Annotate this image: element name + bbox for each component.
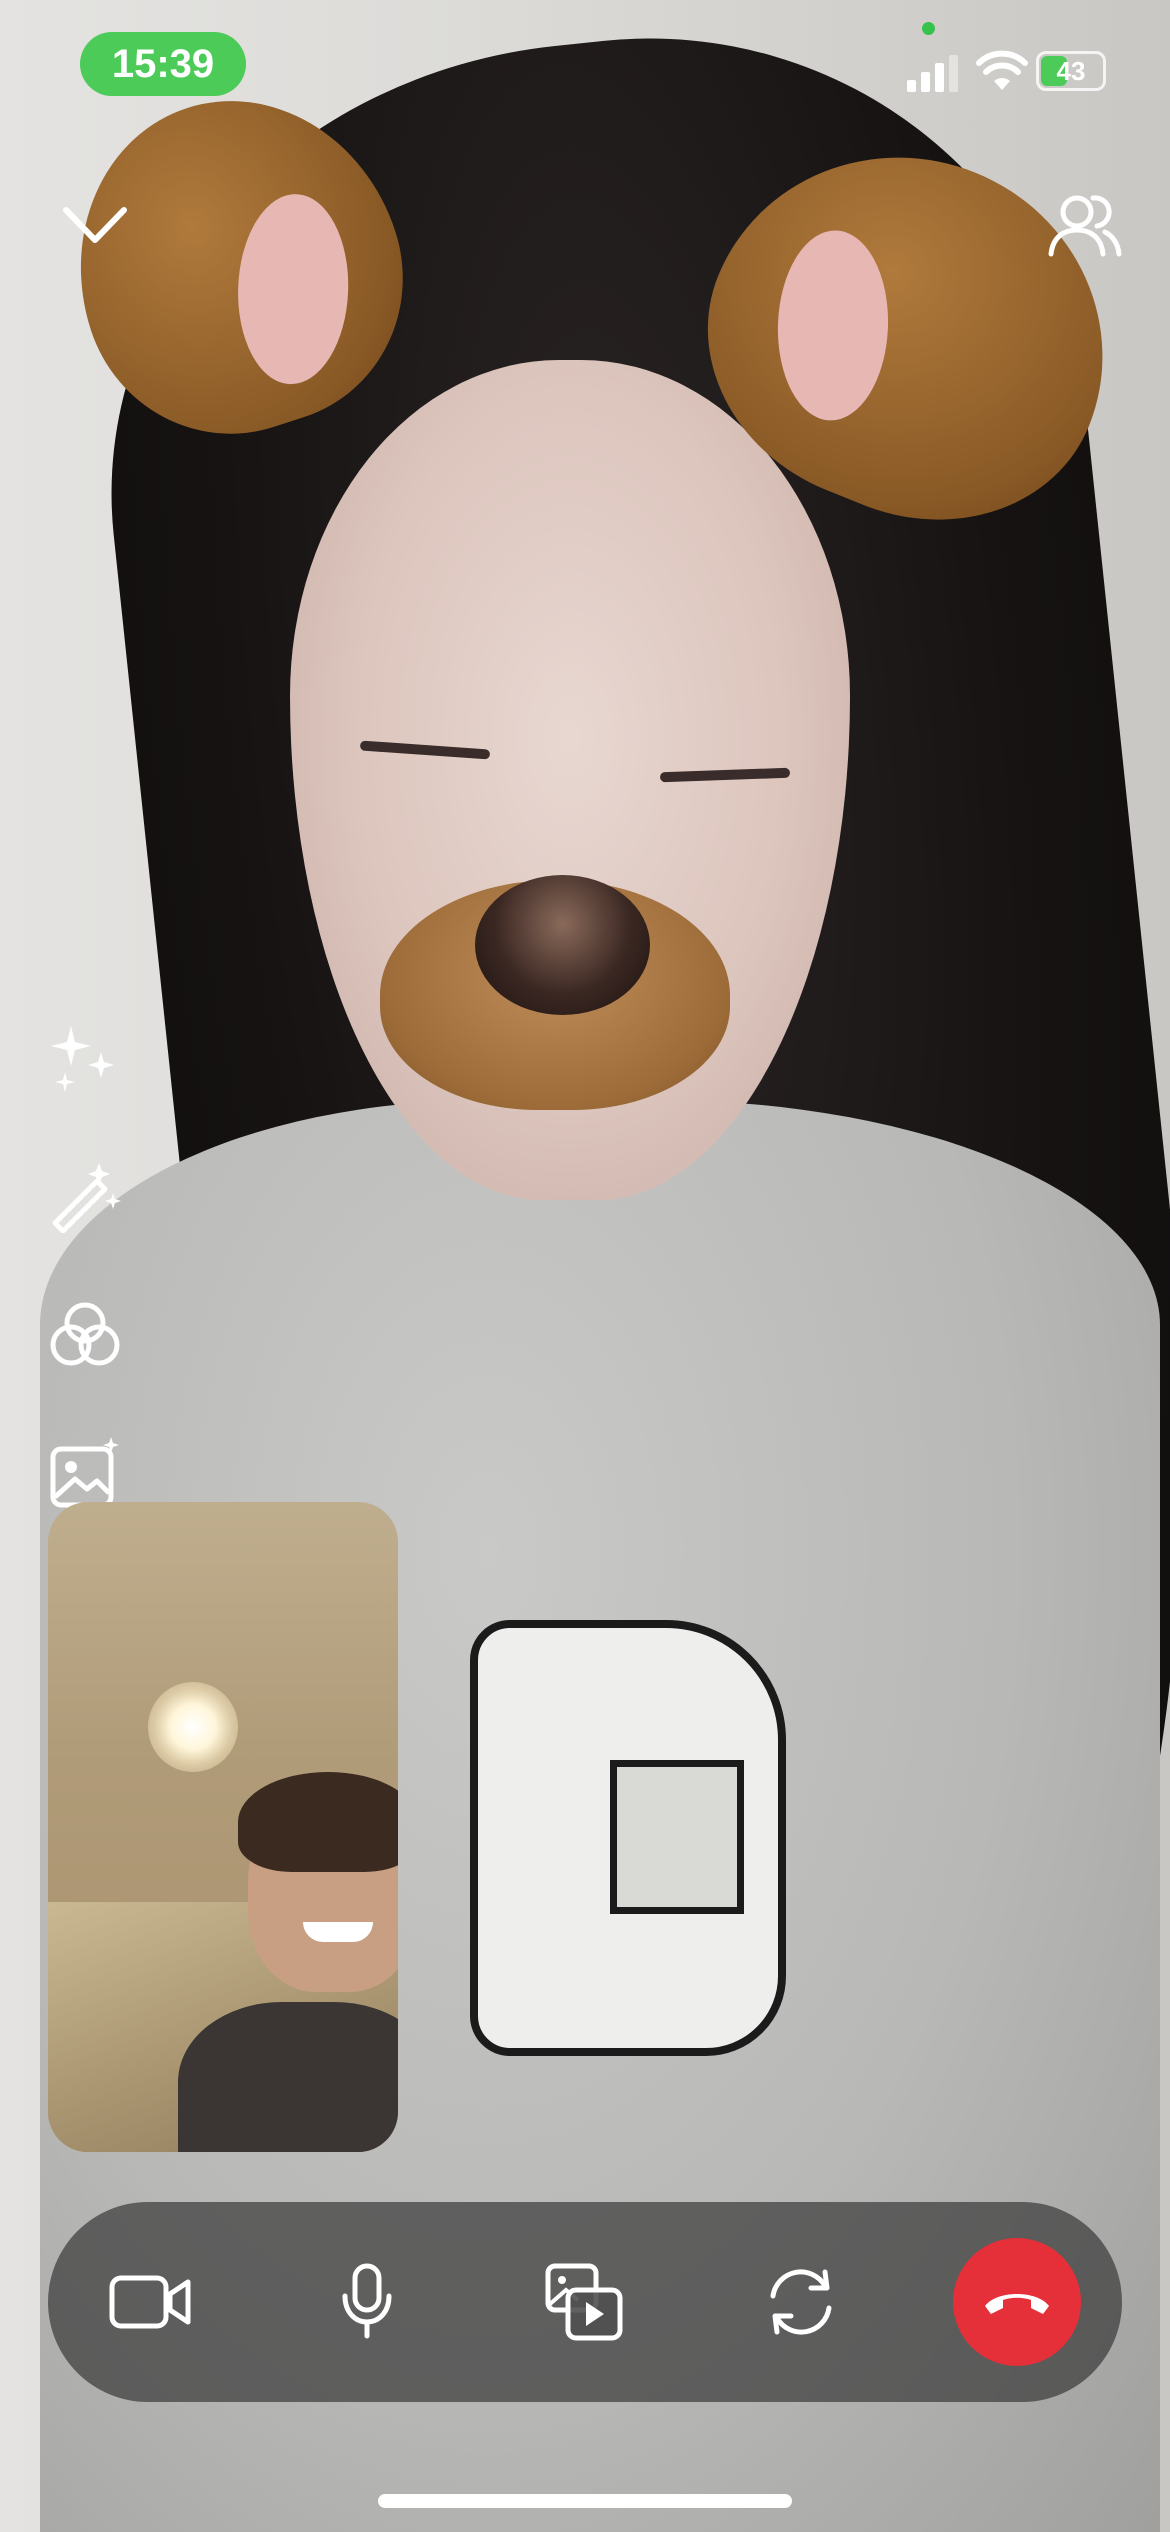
sparkles-icon <box>51 1026 114 1092</box>
video-camera-icon <box>109 2275 191 2329</box>
filters-icon <box>50 1302 120 1366</box>
flip-camera-button[interactable] <box>737 2238 865 2366</box>
flip-camera-icon <box>770 2269 832 2335</box>
dog-filter-right-ear-inner <box>774 228 892 423</box>
self-view-person-hair <box>238 1772 398 1872</box>
microphone-toggle-button[interactable] <box>303 2238 431 2366</box>
share-media-button[interactable] <box>520 2238 648 2366</box>
status-time: 15:39 <box>80 32 246 96</box>
participants-icon <box>1048 195 1122 257</box>
battery-percent: 43 <box>1056 56 1086 86</box>
participants-button[interactable] <box>1045 185 1125 265</box>
chevron-down-icon <box>63 207 127 243</box>
background-image-icon <box>50 1437 119 1508</box>
wifi-icon <box>976 50 1028 92</box>
self-view-thumbnail[interactable] <box>48 1502 398 2152</box>
share-media-icon <box>545 2263 623 2341</box>
collapse-call-button[interactable] <box>55 185 135 265</box>
magic-wand-icon <box>52 1163 121 1233</box>
battery-charging-icon: 43 <box>1036 51 1106 91</box>
microphone-icon <box>342 2263 392 2339</box>
end-call-icon <box>985 2294 1049 2314</box>
effects-button[interactable] <box>40 1015 130 1105</box>
remote-video-hoodie-square <box>610 1760 744 1914</box>
camera-toggle-button[interactable] <box>86 2238 214 2366</box>
cellular-signal-icon <box>905 54 961 92</box>
dog-filter-nose <box>475 875 650 1015</box>
dog-filter-left-ear-inner <box>234 192 352 386</box>
home-indicator[interactable] <box>378 2494 792 2508</box>
magic-wand-button[interactable] <box>40 1150 130 1240</box>
self-view-person-body <box>178 2002 398 2152</box>
self-view-ceiling-light <box>148 1682 238 1772</box>
end-call-button[interactable] <box>953 2238 1081 2366</box>
privacy-indicator-dot <box>922 22 935 35</box>
self-view-person-smile <box>303 1922 373 1942</box>
remote-video-feed <box>0 0 1170 2532</box>
filters-button[interactable] <box>40 1290 130 1380</box>
